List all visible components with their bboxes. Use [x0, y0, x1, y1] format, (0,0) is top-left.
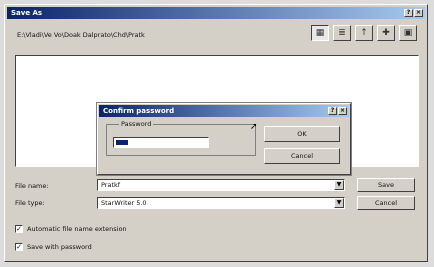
save-password-label: Save with password	[27, 243, 92, 251]
password-group-label: Password	[119, 120, 154, 128]
dialog-titlebar: Save As ? ×	[7, 7, 425, 19]
checkbox-box[interactable]: ✓	[15, 225, 23, 233]
filename-label: File name:	[15, 182, 49, 190]
save-button[interactable]: Save	[357, 178, 415, 192]
current-path: E:\Vladi\Ve Vo\Doak Dalprato\Chd\Pratk	[17, 31, 145, 39]
up-folder-icon[interactable]: ↑	[355, 25, 373, 41]
help-button[interactable]: ?	[404, 9, 413, 17]
ok-button[interactable]: OK	[264, 126, 340, 142]
filename-value: Pratkf	[101, 181, 121, 189]
dialog-toolbar: ▦ ≣ ↑ ✚ ▣	[311, 25, 417, 41]
modal-cancel-button[interactable]: Cancel	[264, 148, 340, 164]
save-password-checkbox[interactable]: ✓ Save with password	[15, 243, 92, 251]
modal-titlebar-buttons: ? ×	[328, 107, 347, 115]
auto-extension-checkbox[interactable]: ✓ Automatic file name extension	[15, 225, 127, 233]
desktop-icon[interactable]: ▣	[399, 25, 417, 41]
save-as-dialog: Save As ? × E:\Vladi\Ve Vo\Doak Dalprato…	[4, 4, 428, 262]
titlebar-buttons: ? ×	[404, 9, 423, 17]
auto-extension-label: Automatic file name extension	[27, 225, 127, 233]
filetype-label: File type:	[15, 199, 45, 207]
password-input[interactable]	[113, 137, 209, 148]
chevron-down-icon[interactable]: ▼	[334, 198, 344, 208]
password-group: Password	[106, 120, 256, 156]
confirm-password-dialog: Confirm password ? × Password ➚ OK Cance…	[97, 103, 351, 175]
close-button[interactable]: ×	[414, 9, 423, 17]
close-button[interactable]: ×	[338, 107, 347, 115]
mouse-cursor-icon: ➚	[250, 122, 258, 132]
cancel-button[interactable]: Cancel	[357, 196, 415, 210]
modal-titlebar: Confirm password ? ×	[99, 105, 349, 117]
help-button[interactable]: ?	[328, 107, 337, 115]
new-folder-icon[interactable]: ✚	[377, 25, 395, 41]
checkbox-box[interactable]: ✓	[15, 243, 23, 251]
filetype-value: StarWriter 5.0	[101, 199, 147, 207]
filetype-combo[interactable]: StarWriter 5.0 ▼	[97, 197, 345, 209]
dialog-title: Save As	[11, 9, 43, 17]
password-selection	[116, 140, 128, 145]
details-view-icon[interactable]: ≣	[333, 25, 351, 41]
modal-title: Confirm password	[103, 107, 175, 115]
chevron-down-icon[interactable]: ▼	[334, 180, 344, 190]
filename-combo[interactable]: Pratkf ▼	[97, 179, 345, 191]
list-view-icon[interactable]: ▦	[311, 25, 329, 41]
